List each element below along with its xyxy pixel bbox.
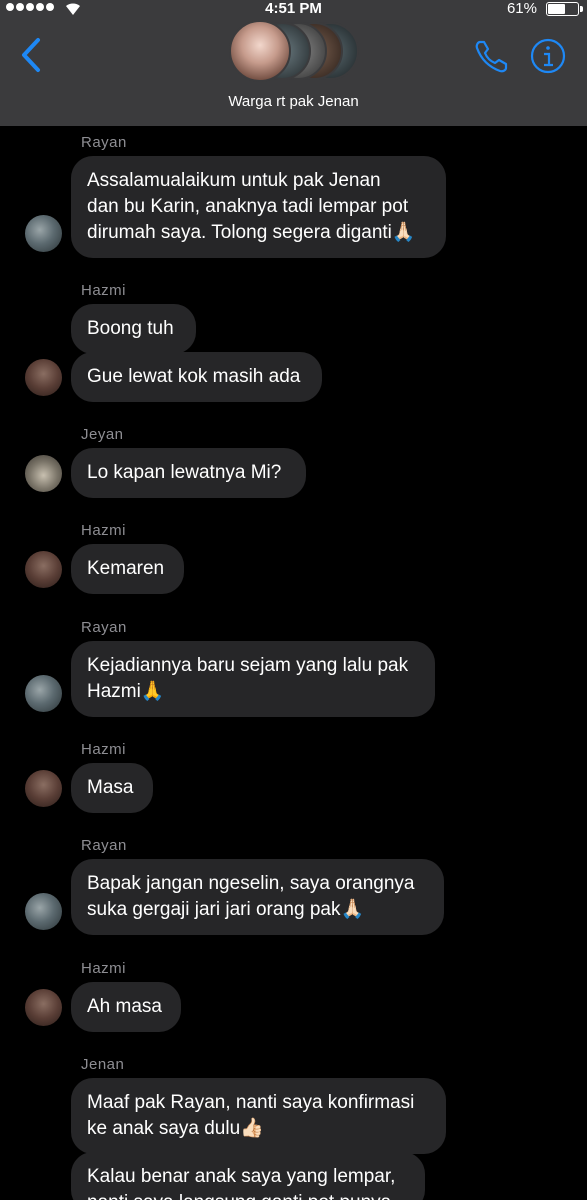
sender-name: Hazmi [81, 282, 127, 299]
message-bubble[interactable]: Maaf pak Rayan, nanti saya konfirmasi ke… [71, 1078, 446, 1154]
message-bubble[interactable]: Kejadiannya baru sejam yang lalu pak Haz… [71, 641, 435, 717]
battery-icon [546, 2, 579, 16]
info-icon[interactable] [528, 36, 568, 76]
avatar[interactable] [25, 893, 62, 930]
avatar[interactable] [25, 770, 62, 807]
message-bubble[interactable]: Ah masa [71, 982, 181, 1032]
sender-name: Rayan [81, 837, 127, 854]
group-avatar-stack[interactable] [229, 20, 359, 82]
avatar[interactable] [25, 989, 62, 1026]
message-bubble[interactable]: Kalau benar anak saya yang lempar, nanti… [71, 1152, 425, 1200]
avatar[interactable] [25, 551, 62, 588]
message-bubble[interactable]: Gue lewat kok masih ada [71, 352, 322, 402]
status-time: 4:51 PM [265, 0, 322, 17]
sender-name: Hazmi [81, 522, 127, 539]
sender-name: Hazmi [81, 960, 127, 977]
phone-icon[interactable] [472, 36, 512, 76]
member-avatar-main [229, 20, 291, 82]
message-bubble[interactable]: Boong tuh [71, 304, 196, 354]
status-bar: 4:51 PM 61% [0, 0, 587, 18]
avatar[interactable] [25, 675, 62, 712]
sender-name: Rayan [81, 619, 127, 636]
message-bubble[interactable]: Kemaren [71, 544, 184, 594]
message-bubble[interactable]: Masa [71, 763, 153, 813]
battery-percent: 61% [506, 0, 537, 17]
avatar[interactable] [25, 215, 62, 252]
sender-name: Jenan [81, 1056, 125, 1073]
group-name[interactable]: Warga rt pak Jenan [0, 93, 587, 110]
chat-header: 4:51 PM 61% Warga rt pak Jenan [0, 0, 587, 126]
back-chevron-icon[interactable] [18, 36, 46, 74]
message-bubble[interactable]: Assalamualaikum untuk pak Jenan dan bu K… [71, 156, 446, 258]
avatar[interactable] [25, 359, 62, 396]
sender-name: Rayan [81, 134, 127, 151]
sender-name: Hazmi [81, 741, 127, 758]
message-bubble[interactable]: Bapak jangan ngeselin, saya orangnya suk… [71, 859, 444, 935]
avatar[interactable] [25, 455, 62, 492]
message-bubble[interactable]: Lo kapan lewatnya Mi? [71, 448, 306, 498]
sender-name: Jeyan [81, 426, 124, 443]
